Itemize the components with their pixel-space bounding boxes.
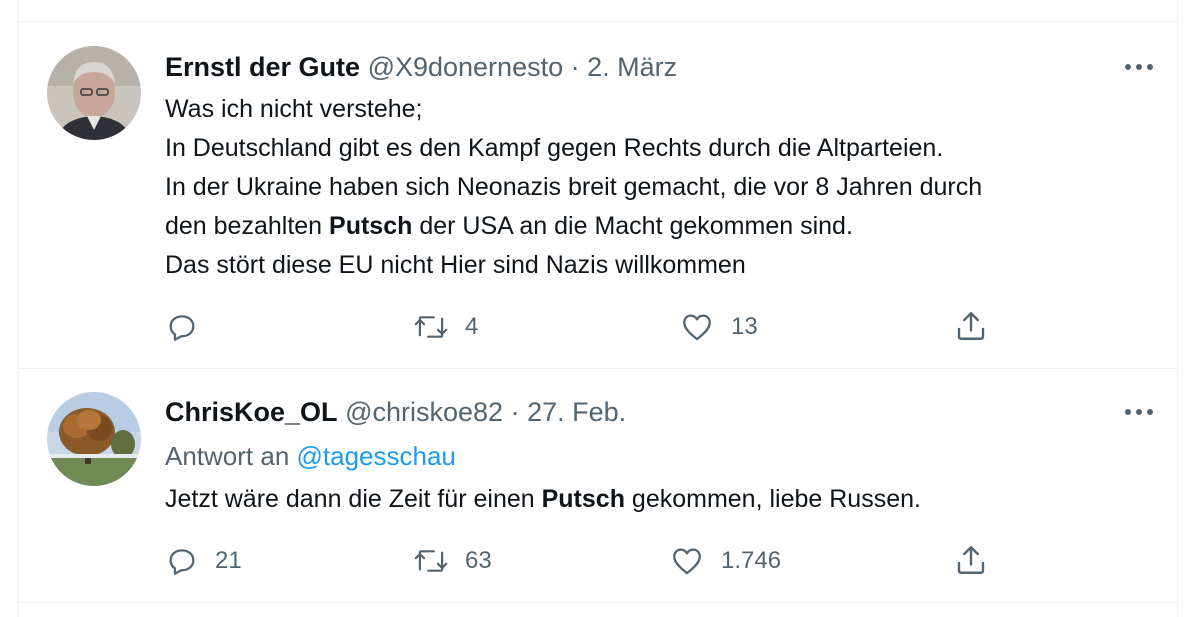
retweet-count: 63: [465, 547, 492, 574]
retweet-button[interactable]: 63: [413, 544, 492, 578]
like-count: 1.746: [721, 547, 782, 574]
like-count: 13: [731, 313, 758, 340]
display-name[interactable]: Ernstl der Gute: [165, 52, 360, 82]
avatar-photo: [47, 392, 141, 486]
user-handle[interactable]: @chriskoe82: [345, 397, 503, 427]
tweet-date[interactable]: 27. Feb.: [527, 397, 626, 427]
reply-to-label: Antwort an: [165, 441, 297, 471]
more-button[interactable]: [1119, 397, 1159, 427]
tweet-text-line: In Deutschland gibt es den Kampf gegen R…: [165, 134, 944, 162]
separator: ·: [570, 52, 580, 82]
tweet-text-line: Jetzt wäre dann die Zeit für einen Putsc…: [165, 480, 921, 519]
tweet-text-line: In der Ukraine haben sich Neonazis breit…: [165, 173, 983, 201]
share-icon: [957, 312, 985, 340]
tweet-text: Was ich nicht verstehe; In Deutschland g…: [165, 90, 982, 285]
share-button[interactable]: [953, 542, 989, 578]
display-name[interactable]: ChrisKoe_OL: [165, 397, 338, 427]
avatar[interactable]: [47, 392, 141, 486]
like-button[interactable]: 13: [679, 310, 758, 344]
timeline: Ernstl der Gute @X9donernesto · 2. März …: [18, 0, 1178, 617]
retweet-count: 4: [465, 313, 479, 340]
tweet-text-line: Das stört diese EU nicht Hier sind Nazis…: [165, 251, 746, 279]
divider: [19, 602, 1177, 603]
like-button[interactable]: 1.746: [669, 544, 781, 578]
text-segment: gekommen, liebe Russen.: [624, 485, 921, 513]
retweet-button[interactable]: 4: [413, 310, 478, 344]
highlighted-word: Putsch: [329, 212, 413, 240]
tweet-header: Ernstl der Gute @X9donernesto · 2. März: [165, 51, 677, 83]
more-icon: [1125, 409, 1153, 415]
reply-icon: [169, 315, 195, 341]
heart-icon: [683, 314, 711, 341]
separator: ·: [510, 397, 520, 427]
retweet-icon: [414, 550, 448, 572]
tweet-1[interactable]: Ernstl der Gute @X9donernesto · 2. März …: [19, 22, 1177, 368]
tweet-2[interactable]: ChrisKoe_OL @chriskoe82 · 27. Feb. Antwo…: [19, 369, 1177, 602]
tweet-text-line: Was ich nicht verstehe;: [165, 95, 423, 123]
reply-count: 21: [215, 547, 242, 574]
tweet-text-line: den bezahlten Putsch der USA an die Mach…: [165, 207, 982, 246]
reply-button[interactable]: 21: [165, 544, 242, 578]
avatar[interactable]: [47, 46, 141, 140]
text-segment: den bezahlten: [165, 212, 330, 240]
reply-button[interactable]: [165, 310, 215, 344]
user-handle[interactable]: @X9donernesto: [368, 52, 564, 82]
heart-icon: [673, 548, 701, 575]
avatar-photo: [47, 46, 141, 140]
tweet-header: ChrisKoe_OL @chriskoe82 · 27. Feb.: [165, 396, 626, 428]
tweet-date[interactable]: 2. März: [587, 52, 677, 82]
highlighted-word: Putsch: [541, 485, 625, 513]
share-button[interactable]: [953, 308, 989, 344]
reply-to-mention[interactable]: @tagesschau: [297, 441, 456, 471]
text-segment: Jetzt wäre dann die Zeit für einen: [165, 485, 542, 513]
reply-icon: [169, 549, 195, 575]
more-button[interactable]: [1119, 52, 1159, 82]
text-segment: der USA an die Macht gekommen sind.: [412, 212, 853, 240]
tweet-text: Jetzt wäre dann die Zeit für einen Putsc…: [165, 480, 921, 519]
share-icon: [957, 546, 985, 574]
more-icon: [1125, 64, 1153, 70]
retweet-icon: [414, 316, 448, 338]
reply-context: Antwort an @tagesschau: [165, 440, 456, 472]
